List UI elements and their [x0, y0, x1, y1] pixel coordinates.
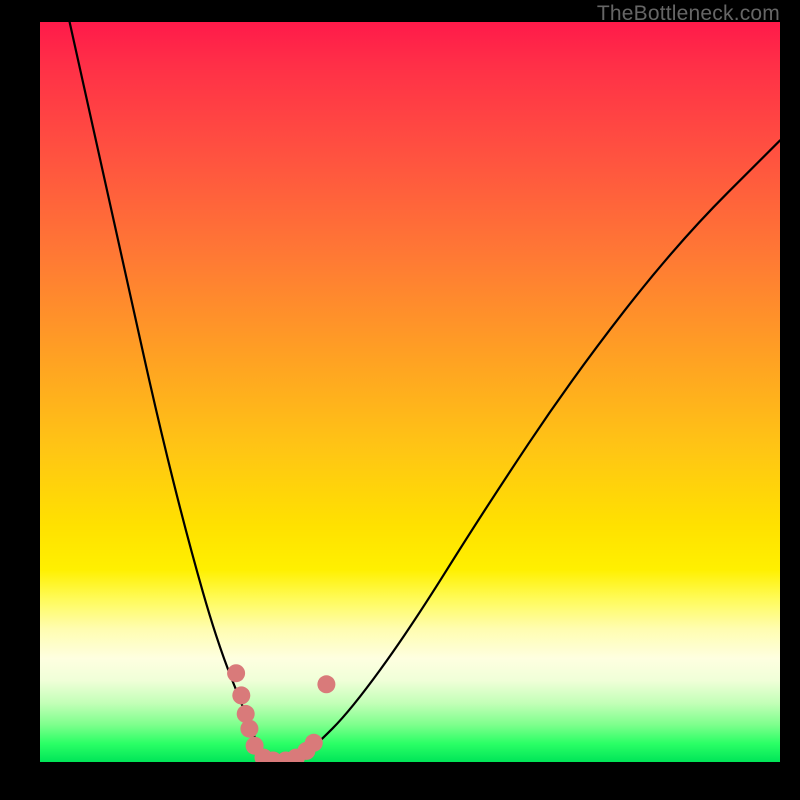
bottleneck-curve-svg [40, 22, 780, 762]
curve-marker [227, 664, 245, 682]
curve-marker [317, 675, 335, 693]
curve-marker [305, 734, 323, 752]
chart-stage: TheBottleneck.com [0, 0, 800, 800]
plot-area [40, 22, 780, 762]
bottleneck-curve [70, 22, 780, 762]
curve-marker [232, 686, 250, 704]
curve-marker [240, 720, 258, 738]
